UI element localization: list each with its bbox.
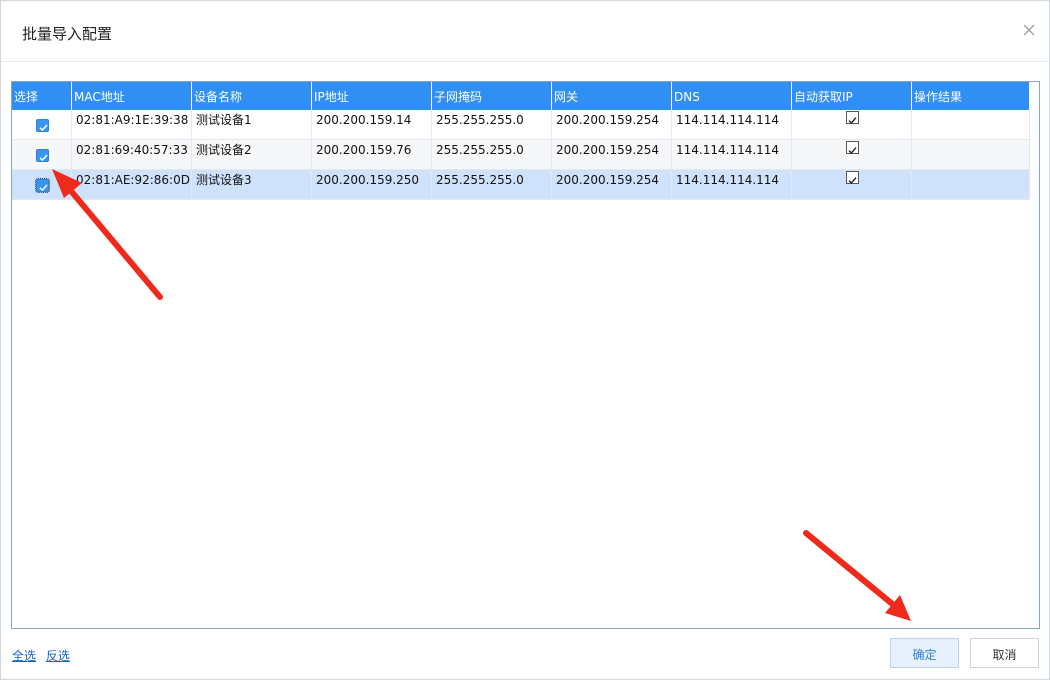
auto-ip-cell [792,110,912,140]
select-cell [12,140,72,170]
header-col-select[interactable]: 选择 [12,82,72,110]
auto-ip-cell [792,170,912,200]
select-all-link[interactable]: 全选 [12,649,36,663]
ip-cell: 200.200.159.14 [312,110,432,140]
dns-cell: 114.114.114.114 [672,170,792,200]
table-row[interactable]: 02:81:A9:1E:39:38 测试设备1 200.200.159.14 255.… [12,110,1030,140]
dns-cell: 114.114.114.114 [672,140,792,170]
header-col-dns[interactable]: DNS [672,82,792,110]
auto-ip-checkbox[interactable] [846,141,859,155]
result-cell [912,110,1030,140]
header-col-mask[interactable]: 子网掩码 [432,82,552,110]
select-cell [12,170,72,200]
batch-import-dialog: 批量导入配置 选择 MAC地址 设备名称 IP地址 子网掩码 网关 DNS 自动获取IP 操作结… [0,0,1050,680]
ok-button[interactable]: 确定 [890,638,959,668]
mac-cell: 02:81:AE:92:86:0D [72,170,192,200]
table-row[interactable]: 02:81:69:40:57:33 测试设备2 200.200.159.76 255.… [12,140,1030,170]
invert-select-link[interactable]: 反选 [46,649,70,663]
mask-cell: 255.255.255.0 [432,170,552,200]
row-select-checkbox[interactable] [36,119,49,132]
mask-cell: 255.255.255.0 [432,140,552,170]
header-col-auto-ip[interactable]: 自动获取IP [792,82,912,110]
row-select-checkbox[interactable] [36,149,49,162]
dns-cell: 114.114.114.114 [672,110,792,140]
result-cell [912,140,1030,170]
ip-cell: 200.200.159.76 [312,140,432,170]
name-cell: 测试设备1 [192,110,312,140]
row-select-checkbox[interactable] [35,178,50,193]
table-header: 选择 MAC地址 设备名称 IP地址 子网掩码 网关 DNS 自动获取IP 操作结果 [12,82,1030,110]
name-cell: 测试设备2 [192,140,312,170]
name-cell: 测试设备3 [192,170,312,200]
mask-cell: 255.255.255.0 [432,110,552,140]
auto-ip-cell [792,140,912,170]
mac-cell: 02:81:A9:1E:39:38 [72,110,192,140]
dialog-titlebar: 批量导入配置 [1,1,1049,62]
header-col-result[interactable]: 操作结果 [912,82,1030,110]
result-cell [912,170,1030,200]
header-col-gateway[interactable]: 网关 [552,82,672,110]
gateway-cell: 200.200.159.254 [552,110,672,140]
header-col-name[interactable]: 设备名称 [192,82,312,110]
header-col-mac[interactable]: MAC地址 [72,82,192,110]
selection-links: 全选 反选 [12,647,76,664]
ip-cell: 200.200.159.250 [312,170,432,200]
device-table: 选择 MAC地址 设备名称 IP地址 子网掩码 网关 DNS 自动获取IP 操作结果 02:81… [11,81,1040,629]
close-icon[interactable] [1019,20,1039,40]
header-col-ip[interactable]: IP地址 [312,82,432,110]
mac-cell: 02:81:69:40:57:33 [72,140,192,170]
auto-ip-checkbox[interactable] [846,171,859,185]
cancel-button[interactable]: 取消 [970,638,1039,668]
select-cell [12,110,72,140]
dialog-title: 批量导入配置 [22,25,113,43]
gateway-cell: 200.200.159.254 [552,140,672,170]
table-row[interactable]: 02:81:AE:92:86:0D 测试设备3 200.200.159.250 255… [12,170,1030,200]
gateway-cell: 200.200.159.254 [552,170,672,200]
auto-ip-checkbox[interactable] [846,111,859,125]
